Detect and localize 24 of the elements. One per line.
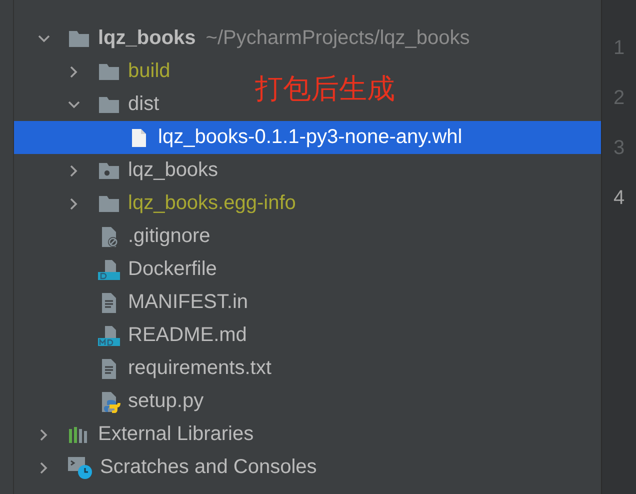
tree-item[interactable]: lqz_books.egg-info (14, 187, 302, 220)
folder-icon (97, 94, 121, 114)
tree-item[interactable]: lqz_books (14, 154, 224, 187)
folder-icon (97, 62, 121, 82)
tree-item[interactable]: External Libraries (14, 418, 260, 451)
project-path: ~/PycharmProjects/lqz_books (206, 27, 470, 50)
tree-item[interactable]: lqz_books-0.1.1-py3-none-any.whl (14, 121, 601, 154)
tree-item[interactable]: requirements.txt (14, 352, 278, 385)
console-clock-icon (67, 456, 93, 480)
folder-icon (67, 28, 91, 48)
docker-file-icon (97, 258, 121, 280)
line-number: 4 (612, 186, 626, 210)
annotation-text: 打包后生成 (255, 71, 395, 107)
tree-item[interactable]: build (14, 55, 176, 88)
folder-icon (97, 194, 121, 214)
tree-item[interactable]: lqz_books ~/PycharmProjects/lqz_books (14, 22, 476, 55)
tree-item[interactable]: MANIFEST.in (14, 286, 254, 319)
markdown-file-icon (97, 324, 121, 346)
tree-item[interactable]: .gitignore (14, 220, 216, 253)
tree-item[interactable]: Dockerfile (14, 253, 223, 286)
tree-item[interactable]: Scratches and Consoles (14, 451, 323, 484)
tree-item[interactable]: dist (14, 88, 166, 121)
tree-item[interactable]: setup.py (14, 385, 210, 418)
tree-item[interactable]: README.md (14, 319, 253, 352)
